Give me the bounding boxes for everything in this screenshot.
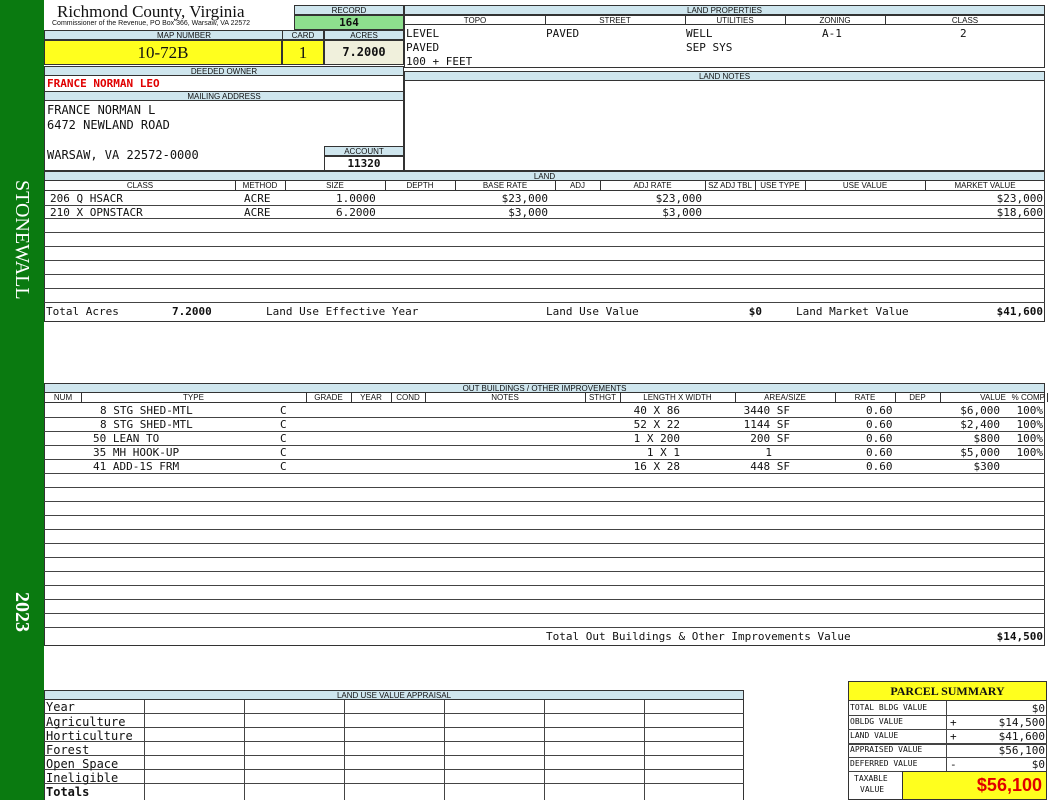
land-use-horticulture: Horticulture [46,729,133,743]
topo-2: PAVED [406,41,440,54]
utilities-1: WELL [686,27,713,40]
deeded-owner-header: DEEDED OWNER [44,66,404,76]
taxable-label-1: TAXABLE [854,774,888,783]
land-use-totals: Totals [46,785,90,799]
acres-header: ACRES [324,30,404,40]
class-value: 2 [960,27,967,40]
taxable-value: $56,100 [902,771,1047,800]
outbuildings-total-label: Total Out Buildings & Other Improvements… [546,630,851,643]
land-market-value: $41,600 [996,305,1043,318]
card-value: 1 [282,40,324,65]
zoning-value: A-1 [822,27,842,40]
effective-year-label: Land Use Effective Year [266,305,419,318]
land-use-forest: Forest [46,743,90,757]
topo-3: 100 + FEET [406,55,473,68]
outbuildings-columns: NUM TYPE GRADE YEAR COND NOTES STHGT LEN… [44,393,1048,403]
county-title: Richmond County, Virginia [57,2,245,21]
district-strip: STONEWALL 2023 [0,0,44,800]
mailing-line-2: 6472 NEWLAND ROAD [47,118,170,132]
street-value: PAVED [546,27,580,40]
land-notes-body [404,81,1045,171]
land-use-table [44,700,744,800]
mailing-line-1: FRANCE NORMAN L [47,103,156,117]
land-notes-header: LAND NOTES [404,71,1045,81]
land-use-header: LAND USE VALUE APPRAISAL [44,690,744,700]
district-label: STONEWALL [11,180,33,300]
taxable-label-2: VALUE [860,785,885,794]
land-use-ineligible: Ineligible [46,771,119,785]
land-columns: CLASS METHOD SIZE DEPTH BASE RATE ADJ AD… [44,181,1045,191]
land-use-open-space: Open Space [46,757,119,771]
record-header: RECORD [294,5,404,15]
land-use-value: $0 [748,305,762,318]
land-market-value-label: Land Market Value [796,305,909,318]
outbuildings-total-value: $14,500 [996,630,1043,643]
land-header: LAND [44,171,1045,181]
outbuildings-header: OUT BUILDINGS / OTHER IMPROVEMENTS [44,383,1045,393]
commissioner-address: Commissioner of the Revenue, PO Box 366,… [52,20,251,27]
land-use-value-label: Land Use Value [546,305,639,318]
account-header: ACCOUNT [324,146,404,156]
year-label: 2023 [11,592,33,632]
card-header: CARD [282,30,324,40]
acres-value: 7.2000 [324,40,404,65]
utilities-2: SEP SYS [686,41,733,54]
parcel-summary-title: PARCEL SUMMARY [848,681,1047,701]
topo-1: LEVEL [406,27,440,40]
total-acres-value: 7.2000 [172,305,212,318]
map-number-value: 10-72B [44,40,282,65]
land-use-agriculture: Agriculture [46,715,126,729]
mailing-line-3: WARSAW, VA 22572-0000 [47,148,199,162]
land-use-year: Year [46,700,75,714]
record-value: 164 [294,15,404,30]
deeded-owner-value: FRANCE NORMAN LEO [47,77,160,90]
mailing-address-header: MAILING ADDRESS [44,91,404,101]
land-properties-header: LAND PROPERTIES [404,5,1045,15]
total-acres-label: Total Acres [46,305,119,318]
account-value: 11320 [324,156,404,171]
land-properties-columns: TOPO STREET UTILITIES ZONING CLASS [404,15,1045,25]
